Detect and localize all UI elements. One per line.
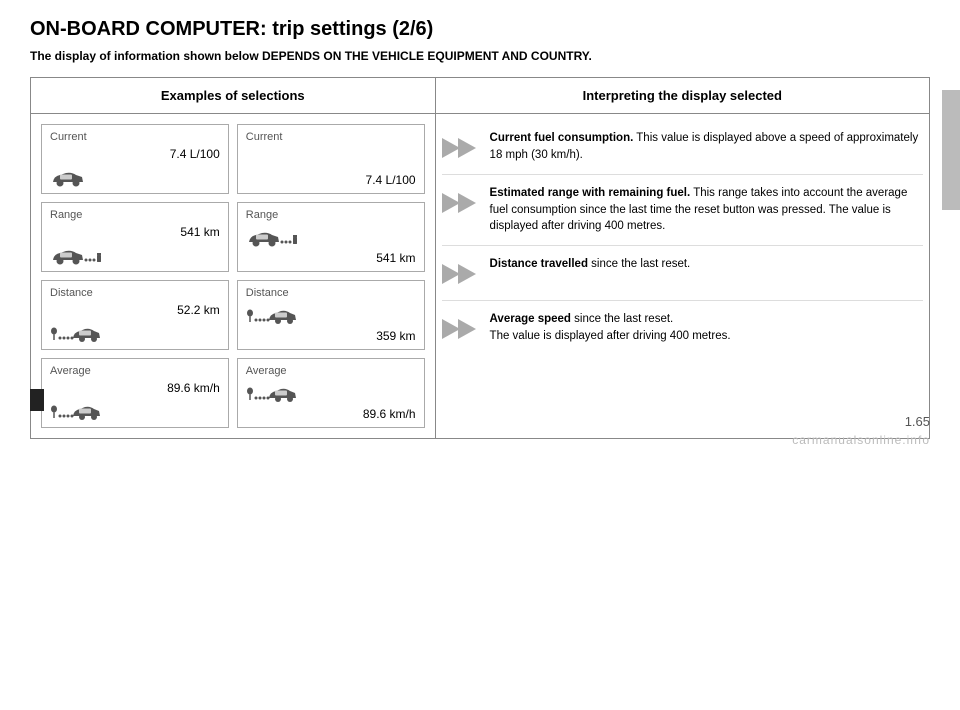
display-box-distance-2: Distance (237, 280, 425, 350)
side-bar (942, 90, 960, 210)
interp-row-current: Current fuel consumption. This value is … (442, 120, 923, 175)
main-table: Examples of selections Interpreting the … (30, 77, 930, 439)
sel-col-1: Current 7.4 L/100 (41, 124, 229, 428)
car-icon-1 (50, 169, 86, 187)
col2-header: Interpreting the display selected (435, 78, 929, 114)
page-number: 1.65 (905, 414, 930, 429)
interp-text-range: Estimated range with remaining fuel. Thi… (490, 185, 923, 235)
display-box-range-2: Range (237, 202, 425, 272)
double-arrow-icon-3 (442, 258, 480, 290)
display-box-current-2: Current 7.4 L/100 (237, 124, 425, 194)
display-box-average-2: Average (237, 358, 425, 428)
display-box-current-1: Current 7.4 L/100 (41, 124, 229, 194)
double-arrow-icon-1 (442, 132, 480, 164)
car-dash-fuel-icon-1 (50, 247, 102, 265)
interp-text-average: Average speed since the last reset. The … (490, 311, 731, 344)
subtitle: The display of information shown below D… (30, 49, 930, 63)
interp-row-average: Average speed since the last reset. The … (442, 301, 923, 355)
bottom-bar (30, 389, 44, 411)
interpretations-cell: Current fuel consumption. This value is … (435, 114, 929, 439)
pin-car-icon-2 (246, 307, 298, 325)
selections-cell: Current 7.4 L/100 (31, 114, 436, 439)
display-box-range-1: Range 541 km (41, 202, 229, 272)
watermark: carmanualsonline.info (792, 433, 930, 447)
double-arrow-icon-2 (442, 187, 480, 219)
interp-row-distance: Distance travelled since the last reset. (442, 246, 923, 301)
interp-row-range: Estimated range with remaining fuel. Thi… (442, 175, 923, 246)
col1-header: Examples of selections (31, 78, 436, 114)
sel-col-2: Current 7.4 L/100 Range (237, 124, 425, 428)
pin-car-icon-1 (50, 325, 102, 343)
interp-text-distance: Distance travelled since the last reset. (490, 256, 691, 273)
pin-car-icon-avg-2 (246, 385, 298, 403)
page-title: ON-BOARD COMPUTER: trip settings (2/6) (30, 18, 930, 41)
display-box-distance-1: Distance 52.2 km (41, 280, 229, 350)
double-arrow-icon-4 (442, 313, 480, 345)
display-box-average-1: Average 89.6 km/h (41, 358, 229, 428)
interp-text-current: Current fuel consumption. This value is … (490, 130, 923, 163)
page-container: ON-BOARD COMPUTER: trip settings (2/6) T… (0, 0, 960, 449)
car-dash-fuel-icon-2 (246, 229, 298, 247)
pin-car-icon-avg-1 (50, 403, 102, 421)
selections-inner: Current 7.4 L/100 (37, 120, 429, 432)
